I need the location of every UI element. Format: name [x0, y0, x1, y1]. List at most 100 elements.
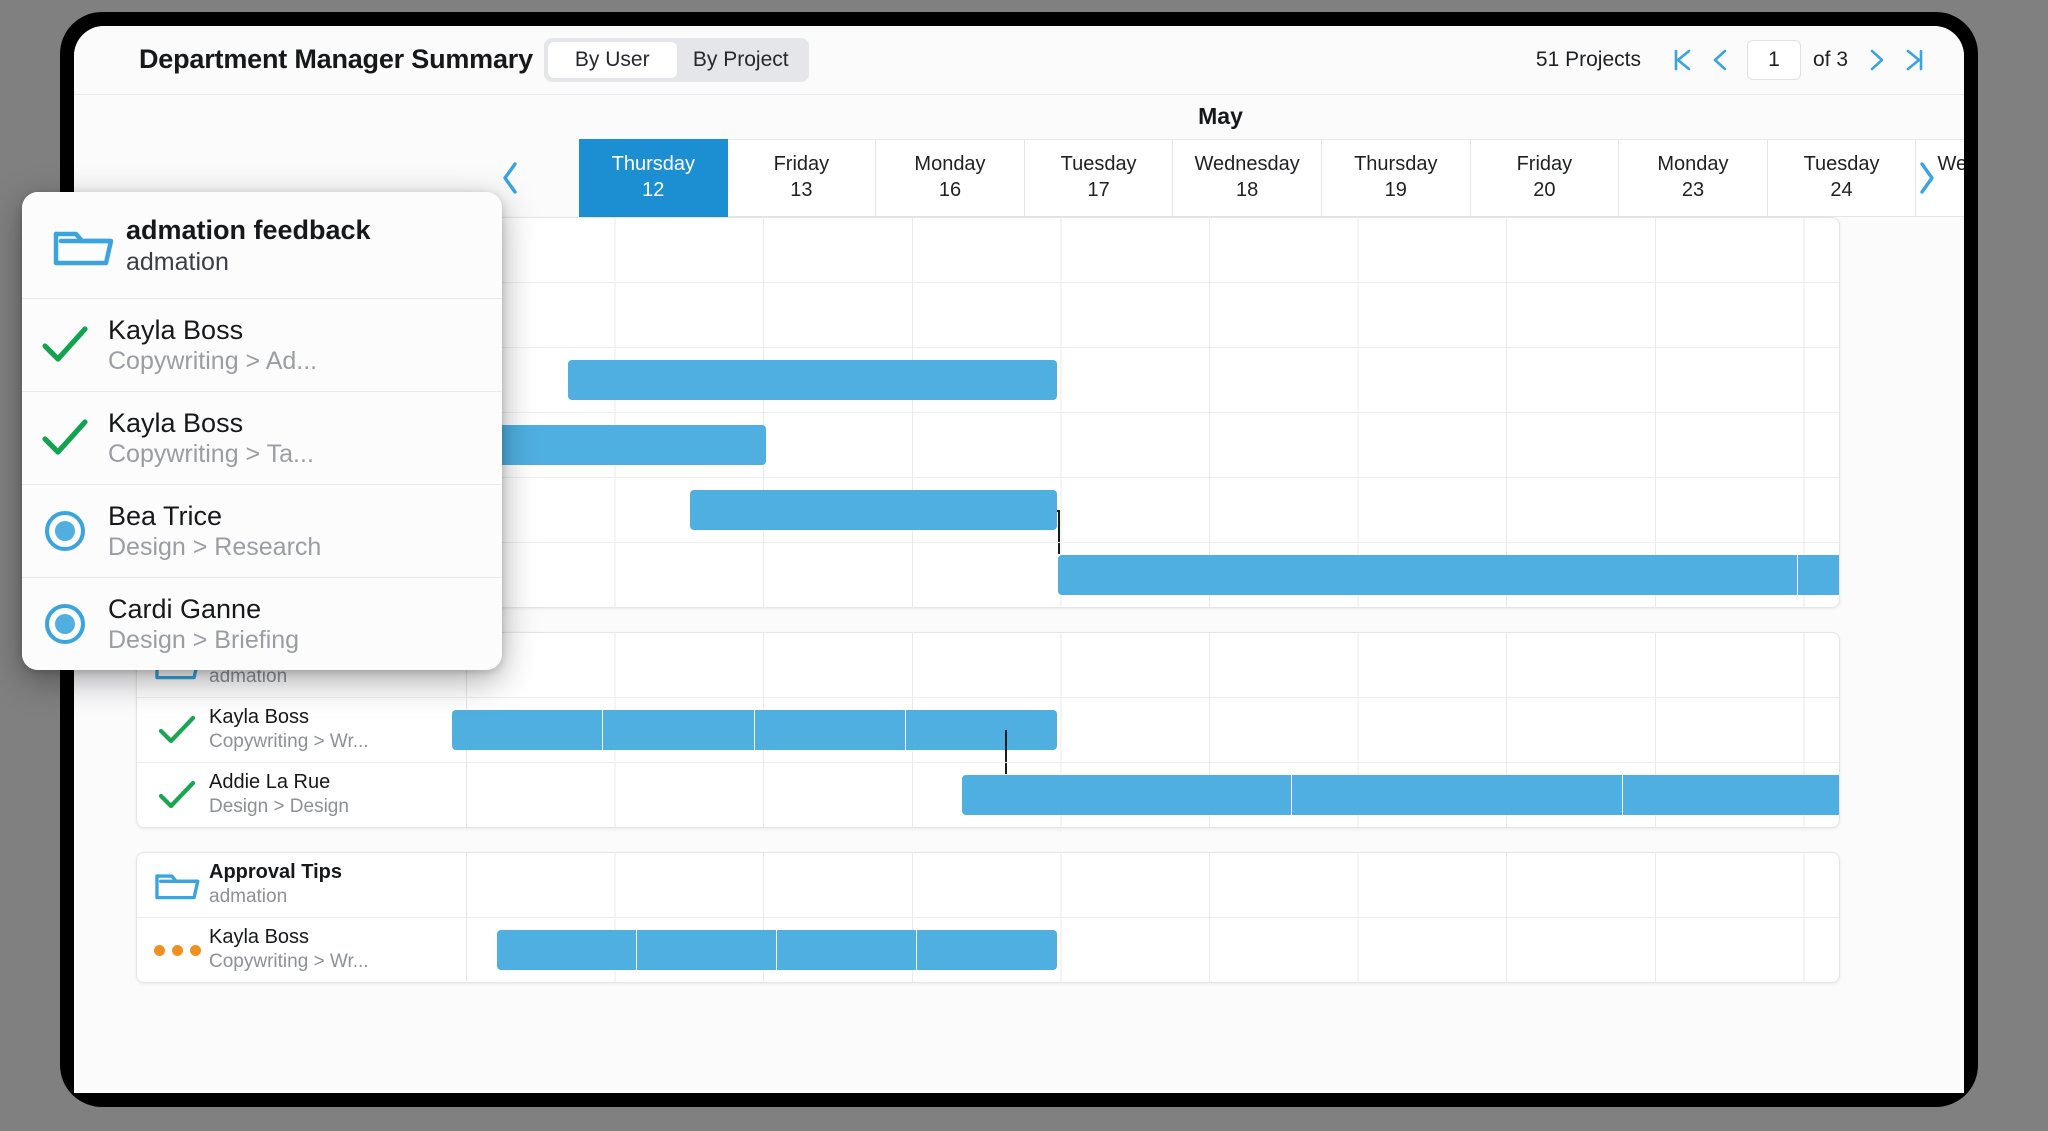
gantt-bar[interactable] — [464, 425, 766, 465]
task-assignee: Kayla Boss — [209, 706, 310, 729]
popup-task-row[interactable]: Bea Trice Design > Research — [22, 484, 502, 578]
folder-icon — [145, 866, 209, 904]
popup-task-row[interactable]: Kayla Boss Copywriting > Ta... — [22, 391, 502, 485]
gantt-bar[interactable] — [496, 930, 1057, 970]
next-page-icon[interactable] — [1858, 38, 1896, 82]
popup-header: admation feedback admation — [22, 192, 502, 299]
status-radio-icon — [45, 604, 85, 645]
popup-task-path: Design > Research — [108, 533, 322, 562]
task-row-text: Addie La Rue Design > Design — [209, 770, 349, 819]
task-path: Design > Design — [209, 796, 349, 818]
gantt-bar-segment — [906, 710, 1057, 750]
project-group-header[interactable]: Approval Tips admation — [137, 853, 1839, 917]
date-num: 13 — [790, 179, 813, 201]
task-row[interactable]: Addie La Rue Design > Design — [137, 762, 1839, 827]
project-group-head: Approval Tips admation — [137, 853, 467, 917]
popup-task-assignee: Kayla Boss — [108, 407, 244, 438]
gantt-bar[interactable] — [1058, 555, 1839, 595]
timeline-grid — [467, 853, 1839, 917]
timeline-grid — [467, 763, 1839, 827]
gantt-bar-segment — [777, 930, 917, 970]
status-check-icon — [158, 714, 196, 746]
page-number-input[interactable] — [1746, 40, 1801, 80]
status-check-icon — [41, 325, 89, 365]
gantt-bar[interactable] — [452, 710, 1057, 750]
date-cell-thursday-12[interactable]: Thursday 12 — [579, 139, 728, 217]
month-label: May — [1198, 103, 1243, 129]
gantt-bar-segment — [1798, 555, 1839, 595]
date-num: 18 — [1236, 179, 1259, 201]
popup-status-icon — [22, 418, 108, 458]
timeline-grid — [467, 348, 1839, 412]
date-dow: Thursday — [1354, 153, 1438, 176]
popup-project-client: admation — [126, 247, 229, 276]
task-row-head: Kayla Boss Copywriting > Wr... — [137, 918, 467, 982]
prev-page-icon[interactable] — [1701, 38, 1739, 82]
date-num: 24 — [1830, 179, 1853, 201]
project-detail-popup: admation feedback admation Kayla Boss Cop… — [22, 192, 502, 671]
gantt-bar-segment — [603, 710, 755, 750]
timeline-grid — [467, 633, 1839, 697]
gantt-bar-segment — [452, 710, 604, 750]
gantt-bar[interactable] — [689, 490, 1057, 530]
date-num: 20 — [1533, 179, 1556, 201]
date-dow: Thursday — [611, 153, 695, 176]
tab-by-user[interactable]: By User — [548, 42, 677, 78]
date-cell-friday-20[interactable]: Friday 20 — [1470, 139, 1620, 217]
projects-count-label: 51 Projects — [1535, 48, 1641, 71]
view-mode-toggle[interactable]: By User By Project — [544, 38, 809, 82]
popup-task-row[interactable]: Cardi Ganne Design > Briefing — [22, 577, 502, 671]
date-cell-tuesday-17[interactable]: Tuesday 17 — [1024, 139, 1174, 217]
popup-task-path: Copywriting > Ad... — [108, 347, 318, 376]
gantt-bar-segment — [637, 930, 777, 970]
date-num: 23 — [1681, 179, 1705, 201]
dependency-connector — [467, 478, 1839, 554]
timeline-grid — [467, 478, 1839, 554]
popup-task-assignee: Kayla Boss — [108, 314, 244, 345]
gantt-bar-segment — [962, 775, 1293, 815]
folder-icon — [40, 221, 126, 271]
gantt-bar[interactable] — [961, 775, 1839, 815]
date-header-cells: Thursday 12 Friday 13 Monday 16 Tuesday 17 Wedne… — [579, 139, 1964, 217]
tab-by-project[interactable]: By Project — [677, 42, 806, 78]
date-cell-tuesday-24[interactable]: Tuesday 24 — [1767, 139, 1917, 217]
task-status-icon — [145, 714, 209, 746]
first-page-icon[interactable] — [1663, 38, 1701, 82]
date-num: 16 — [938, 179, 962, 201]
popup-status-icon — [22, 604, 108, 645]
task-row-text: Kayla Boss Copywriting > Wr... — [209, 705, 369, 754]
date-cell-monday-16[interactable]: Monday 16 — [876, 139, 1025, 217]
project-name: Approval Tips — [209, 861, 342, 884]
timeline-grid — [452, 698, 1839, 774]
next-week-icon[interactable] — [1906, 139, 1948, 217]
popup-task-row[interactable]: Kayla Boss Copywriting > Ad... — [22, 298, 502, 392]
last-page-icon[interactable] — [1896, 38, 1934, 82]
task-row-head: Addie La Rue Design > Design — [137, 763, 467, 827]
app-header: Department Manager Summary By User By Pr… — [74, 26, 1964, 95]
pagination: 51 Projects of 3 — [1536, 38, 1934, 82]
popup-task-text: Cardi Ganne Design > Briefing — [108, 593, 299, 656]
project-group: Approval Tips admation Kayla Boss Copywriti… — [136, 852, 1840, 983]
page-title: Department Manager Summary — [139, 44, 533, 74]
task-assignee: Kayla Boss — [209, 926, 310, 949]
popup-status-icon — [22, 511, 108, 552]
status-check-icon — [158, 779, 196, 811]
popup-task-text: Kayla Boss Copywriting > Ta... — [108, 407, 314, 470]
date-num: 19 — [1384, 179, 1407, 201]
task-row[interactable]: Kayla Boss Copywriting > Wr... — [137, 697, 1839, 774]
date-dow: Monday — [914, 153, 986, 176]
date-num: 17 — [1087, 179, 1110, 201]
gantt-bar[interactable] — [568, 360, 1057, 400]
date-cell-friday-13[interactable]: Friday 13 — [727, 139, 877, 217]
gantt-bar-segment — [755, 710, 906, 750]
timeline-grid — [464, 413, 1839, 477]
date-cell-wednesday-18[interactable]: Wednesday 18 — [1173, 139, 1322, 217]
date-cell-thursday-19[interactable]: Thursday 19 — [1321, 139, 1471, 217]
task-path: Copywriting > Wr... — [209, 951, 369, 973]
gantt-bar-segment — [497, 930, 637, 970]
page-total-label: of 3 — [1812, 48, 1848, 71]
date-cell-monday-23[interactable]: Monday 23 — [1619, 139, 1768, 217]
task-row[interactable]: Kayla Boss Copywriting > Wr... — [137, 917, 1839, 982]
task-status-icon — [145, 779, 209, 811]
popup-project-name: admation feedback — [126, 215, 371, 245]
